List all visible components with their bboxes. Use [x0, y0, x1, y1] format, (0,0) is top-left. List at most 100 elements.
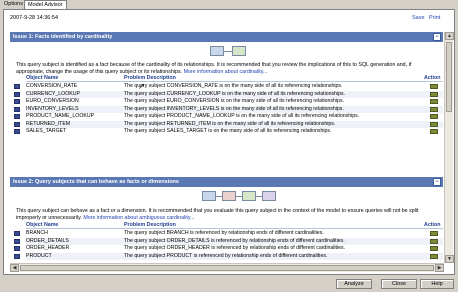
query-subject-icon	[14, 246, 20, 251]
scroll-up-icon[interactable]: ▲	[445, 32, 454, 40]
table-row: CONVERSION_RATE The query subject CONVER…	[14, 83, 443, 91]
report-toolbar: 2007-9-28 14:36:54 Save Print	[4, 10, 454, 26]
vertical-scroll-thumb[interactable]	[446, 42, 452, 112]
object-name: ORDER_DETAILS	[26, 237, 69, 244]
query-subject-icon	[14, 253, 20, 259]
issue-1-header: Issue 1: Facts identified by cardinality…	[10, 32, 443, 42]
horizontal-scroll-thumb[interactable]	[20, 265, 434, 271]
table-row: INVENTORY_LEVELS The query subject INVEN…	[14, 105, 443, 113]
diagram-box-fact	[210, 46, 224, 56]
problem-description: The query subject INVENTORY_LEVELS is on…	[124, 105, 344, 112]
collapse-icon[interactable]: −	[433, 33, 441, 41]
object-name: CONVERSION_RATE	[26, 83, 78, 89]
object-name: SALES_TARGET	[26, 128, 67, 134]
action-icon[interactable]	[430, 129, 438, 134]
query-subject-icon	[14, 121, 20, 127]
diagram-box-1	[202, 191, 216, 201]
table-row: BRANCH The query subject BRANCH is refer…	[14, 230, 443, 238]
problem-description: The query subject BRANCH is referenced b…	[124, 230, 324, 236]
diagram-box-2	[222, 191, 236, 201]
problem-description: The query subject PRODUCT is referenced …	[124, 252, 328, 259]
issue-2-info-link[interactable]: More information about ambiguous cardina…	[83, 215, 194, 221]
issue-1-info-link[interactable]: More information about cardinality...	[184, 69, 268, 75]
problem-description: The query subject EURO_CONVERSION is on …	[124, 98, 344, 104]
issue-1-column-header: Object Name Problem Description Action	[26, 75, 443, 82]
query-subject-icon	[14, 106, 20, 112]
action-icon[interactable]	[430, 84, 438, 89]
action-icon[interactable]	[430, 99, 438, 104]
action-icon[interactable]	[430, 246, 438, 251]
col-action: Action	[424, 75, 441, 81]
help-button[interactable]: Help	[420, 279, 454, 289]
action-icon[interactable]	[430, 253, 438, 259]
query-subject-icon	[14, 129, 20, 134]
issue-2-description: This query subject can behave as a fact …	[16, 208, 419, 221]
col-problem-description: Problem Description	[124, 75, 176, 81]
object-name: ORDER_HEADER	[26, 245, 70, 251]
action-icon[interactable]	[430, 238, 438, 244]
tab-bar: Options Model Advisor	[0, 0, 458, 9]
vertical-scrollbar[interactable]: ▲ ▼	[444, 32, 454, 263]
query-subject-icon	[14, 238, 20, 244]
object-name: BRANCH	[26, 230, 48, 236]
object-name: CURRENCY_LOOKUP	[26, 90, 80, 97]
report-timestamp: 2007-9-28 14:36:54	[10, 15, 59, 21]
table-row: CURRENCY_LOOKUP The query subject CURREN…	[14, 90, 443, 98]
collapse-icon[interactable]: −	[433, 178, 441, 186]
report-panel: 2007-9-28 14:36:54 Save Print Issue 1: F…	[3, 9, 455, 275]
diagram-connector	[224, 51, 232, 52]
table-row: RETURNED_ITEM The query subject RETURNED…	[14, 120, 443, 128]
problem-description: The query subject RETURNED_ITEM is on th…	[124, 120, 336, 127]
scroll-down-icon[interactable]: ▼	[445, 255, 454, 263]
col-problem-description: Problem Description	[124, 222, 176, 228]
issue-1-description: This query subject is identified as a fa…	[16, 62, 412, 75]
object-name: PRODUCT_NAME_LOOKUP	[26, 113, 95, 119]
problem-description: The query subject ORDER_HEADER is refere…	[124, 245, 346, 251]
table-row: ORDER_HEADER The query subject ORDER_HEA…	[14, 245, 443, 253]
object-name: EURO_CONVERSION	[26, 98, 79, 104]
query-subject-icon	[14, 99, 20, 104]
action-icon[interactable]	[430, 114, 438, 119]
col-object-name: Object Name	[26, 222, 59, 228]
print-link[interactable]: Print	[429, 15, 440, 21]
issue-2-column-header: Object Name Problem Description Action	[26, 222, 443, 229]
object-name: RETURNED_ITEM	[26, 120, 71, 127]
col-object-name: Object Name	[26, 75, 59, 81]
save-link[interactable]: Save	[412, 15, 425, 21]
diagram-box-4	[262, 191, 276, 201]
table-row: PRODUCT The query subject PRODUCT is ref…	[14, 252, 443, 260]
analyze-button[interactable]: Analyze	[336, 279, 372, 289]
problem-description: The query subject PRODUCT_NAME_LOOKUP is…	[124, 113, 360, 119]
issue-2-header: Issue 2: Query subjects that can behave …	[10, 177, 443, 187]
action-icon[interactable]	[430, 231, 438, 236]
action-icon[interactable]	[430, 121, 438, 127]
scroll-left-icon[interactable]: ◀	[10, 264, 19, 272]
tab-model-advisor[interactable]: Model Advisor	[24, 0, 67, 9]
query-subject-icon	[14, 231, 20, 236]
problem-description: The query subject CONVERSION_RATE is on …	[124, 83, 343, 89]
action-icon[interactable]	[430, 91, 438, 97]
table-row: PRODUCT_NAME_LOOKUP The query subject PR…	[14, 113, 443, 121]
table-row: SALES_TARGET The query subject SALES_TAR…	[14, 128, 443, 136]
problem-description: The query subject ORDER_DETAILS is refer…	[124, 237, 345, 244]
table-row: ORDER_DETAILS The query subject ORDER_DE…	[14, 237, 443, 245]
tab-options[interactable]: Options	[1, 0, 26, 9]
diagram-box-dimension	[232, 46, 246, 56]
scroll-right-icon[interactable]: ▶	[435, 264, 444, 272]
issue-1-title: Issue 1: Facts identified by cardinality	[13, 34, 113, 40]
object-name: PRODUCT	[26, 252, 52, 259]
action-icon[interactable]	[430, 106, 438, 112]
horizontal-scrollbar[interactable]: ◀ ▶	[10, 263, 444, 272]
problem-description: The query subject CURRENCY_LOOKUP is on …	[124, 90, 346, 97]
report-content: Issue 1: Facts identified by cardinality…	[10, 32, 443, 263]
issue-2-title: Issue 2: Query subjects that can behave …	[13, 179, 179, 185]
col-action: Action	[424, 222, 441, 228]
table-row: EURO_CONVERSION The query subject EURO_C…	[14, 98, 443, 106]
close-button[interactable]: Close	[381, 279, 417, 289]
diagram-box-3	[242, 191, 256, 201]
query-subject-icon	[14, 91, 20, 97]
object-name: INVENTORY_LEVELS	[26, 105, 79, 112]
query-subject-icon	[14, 114, 20, 119]
query-subject-icon	[14, 84, 20, 89]
problem-description: The query subject SALES_TARGET is on the…	[124, 128, 332, 134]
